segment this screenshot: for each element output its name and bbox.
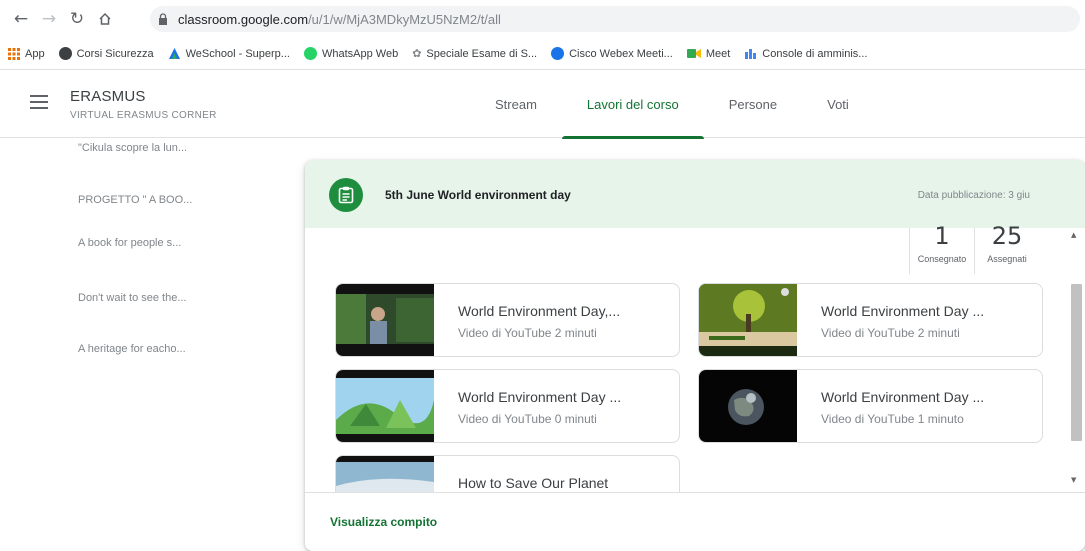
scrollbar-thumb[interactable]: [1071, 284, 1082, 441]
bookmark-corsi-sicurezza[interactable]: Corsi Sicurezza: [58, 47, 154, 60]
bookmarks-bar: App Corsi Sicurezza WeSchool - Superp...…: [0, 38, 1085, 70]
back-arrow-icon[interactable]: ←: [10, 8, 32, 30]
bookmark-apps[interactable]: App: [8, 47, 45, 60]
tab-persone[interactable]: Persone: [704, 70, 802, 138]
bookmark-whatsapp[interactable]: WhatsApp Web: [303, 47, 399, 60]
bookmark-label: Speciale Esame di S...: [426, 47, 538, 60]
attachment-subtitle: Video di YouTube 2 minuti: [458, 326, 597, 340]
bookmark-label: App: [25, 47, 45, 60]
forward-arrow-icon[interactable]: →: [38, 8, 60, 30]
assignment-icon: [329, 178, 363, 212]
tab-lavori-del-corso[interactable]: Lavori del corso: [561, 70, 704, 139]
bookmark-label: WhatsApp Web: [321, 47, 399, 60]
lock-icon: [158, 12, 172, 26]
reload-icon[interactable]: ↻: [66, 8, 88, 30]
bookmark-meet[interactable]: Meet: [686, 47, 731, 60]
assignment-title: 5th June World environment day: [385, 188, 571, 202]
attachment-title: World Environment Day,...: [458, 303, 621, 319]
attachment-video[interactable]: World Environment Day ... Video di YouTu…: [698, 369, 1043, 443]
bookmark-admin-console[interactable]: Console di amminis...: [744, 47, 867, 60]
classroom-header: ERASMUS VIRTUAL ERASMUS CORNER Stream La…: [0, 70, 1085, 139]
globe-icon: [58, 47, 72, 60]
bookmark-label: WeSchool - Superp...: [185, 47, 290, 60]
bookmark-label: Console di amminis...: [762, 47, 868, 60]
turned-in-label: Consegnato: [917, 254, 967, 264]
topic-item[interactable]: PROGETTO " A BOO...: [78, 194, 192, 206]
attachment-title: World Environment Day ...: [821, 389, 985, 405]
meet-icon: [686, 48, 701, 59]
bookmark-label: Cisco Webex Meeti...: [569, 47, 673, 60]
turned-in-stat[interactable]: 1 Consegnato: [909, 222, 974, 274]
browser-toolbar: ← → ↻ classroom.google.com/u/1/w/MjA3MDk…: [0, 0, 1085, 38]
assigned-count: 25: [991, 222, 1023, 250]
attachment-title: World Environment Day ...: [458, 389, 622, 405]
turned-in-count: 1: [934, 222, 950, 250]
topic-item[interactable]: A heritage for eacho...: [78, 343, 186, 355]
admin-console-icon: [744, 47, 757, 60]
attachment-video[interactable]: World Environment Day ... Video di YouTu…: [698, 283, 1043, 357]
weschool-icon: [168, 47, 181, 60]
assignment-footer: Visualizza compito: [305, 492, 1085, 551]
assigned-label: Assegnati: [987, 254, 1027, 264]
url-path: /u/1/w/MjA3MDkyMzU5NzM2/t/all: [308, 11, 501, 27]
video-thumbnail: [336, 370, 434, 442]
view-assignment-link[interactable]: Visualizza compito: [330, 515, 437, 529]
video-thumbnail: [699, 284, 797, 356]
bookmark-weschool[interactable]: WeSchool - Superp...: [168, 47, 290, 60]
assignment-posted-date: Data pubblicazione: 3 giu: [917, 190, 1030, 201]
attachment-title: How to Save Our Planet: [458, 475, 609, 491]
topic-item[interactable]: "Cikula scopre la lun...: [78, 142, 187, 154]
bookmark-label: Corsi Sicurezza: [76, 47, 154, 60]
scroll-down-arrow-icon[interactable]: ▼: [1071, 476, 1076, 484]
video-thumbnail: [336, 284, 434, 356]
attachment-subtitle: Video di YouTube 1 minuto: [821, 412, 964, 426]
topic-item[interactable]: Don't wait to see the...: [78, 292, 187, 304]
video-thumbnail: [699, 370, 797, 442]
class-section: VIRTUAL ERASMUS CORNER: [70, 110, 217, 121]
apps-grid-icon: [8, 47, 20, 60]
topic-item[interactable]: A book for people s...: [78, 237, 181, 249]
tab-stream[interactable]: Stream: [470, 70, 562, 138]
main-menu-icon[interactable]: [30, 95, 48, 109]
address-bar[interactable]: classroom.google.com/u/1/w/MjA3MDkyMzU5N…: [150, 6, 1080, 32]
spark-icon: ✿: [412, 47, 422, 60]
attachment-video[interactable]: World Environment Day ... Video di YouTu…: [335, 369, 680, 443]
submission-stats: 1 Consegnato 25 Assegnati: [909, 222, 1039, 274]
bookmark-webex[interactable]: Cisco Webex Meeti...: [551, 47, 673, 60]
whatsapp-icon: [303, 47, 317, 60]
url-host: classroom.google.com: [178, 11, 309, 27]
assigned-stat[interactable]: 25 Assegnati: [974, 222, 1039, 274]
home-icon[interactable]: [94, 8, 116, 30]
bookmark-label: Meet: [705, 47, 731, 60]
assignment-header[interactable]: 5th June World environment day Data pubb…: [305, 160, 1085, 228]
assignment-card: 5th June World environment day Data pubb…: [305, 160, 1085, 551]
attachment-title: World Environment Day ...: [821, 303, 985, 319]
bookmark-speciale-esame[interactable]: ✿ Speciale Esame di S...: [412, 47, 537, 60]
attachment-subtitle: Video di YouTube 2 minuti: [821, 326, 960, 340]
scroll-up-arrow-icon[interactable]: ▲: [1071, 231, 1076, 239]
class-tabs: Stream Lavori del corso Persone Voti: [470, 70, 874, 139]
class-name[interactable]: ERASMUS: [70, 88, 146, 105]
tab-voti[interactable]: Voti: [802, 70, 874, 138]
attachment-video[interactable]: World Environment Day,... Video di YouTu…: [335, 283, 680, 357]
webex-icon: [551, 47, 565, 60]
attachment-subtitle: Video di YouTube 0 minuti: [458, 412, 597, 426]
